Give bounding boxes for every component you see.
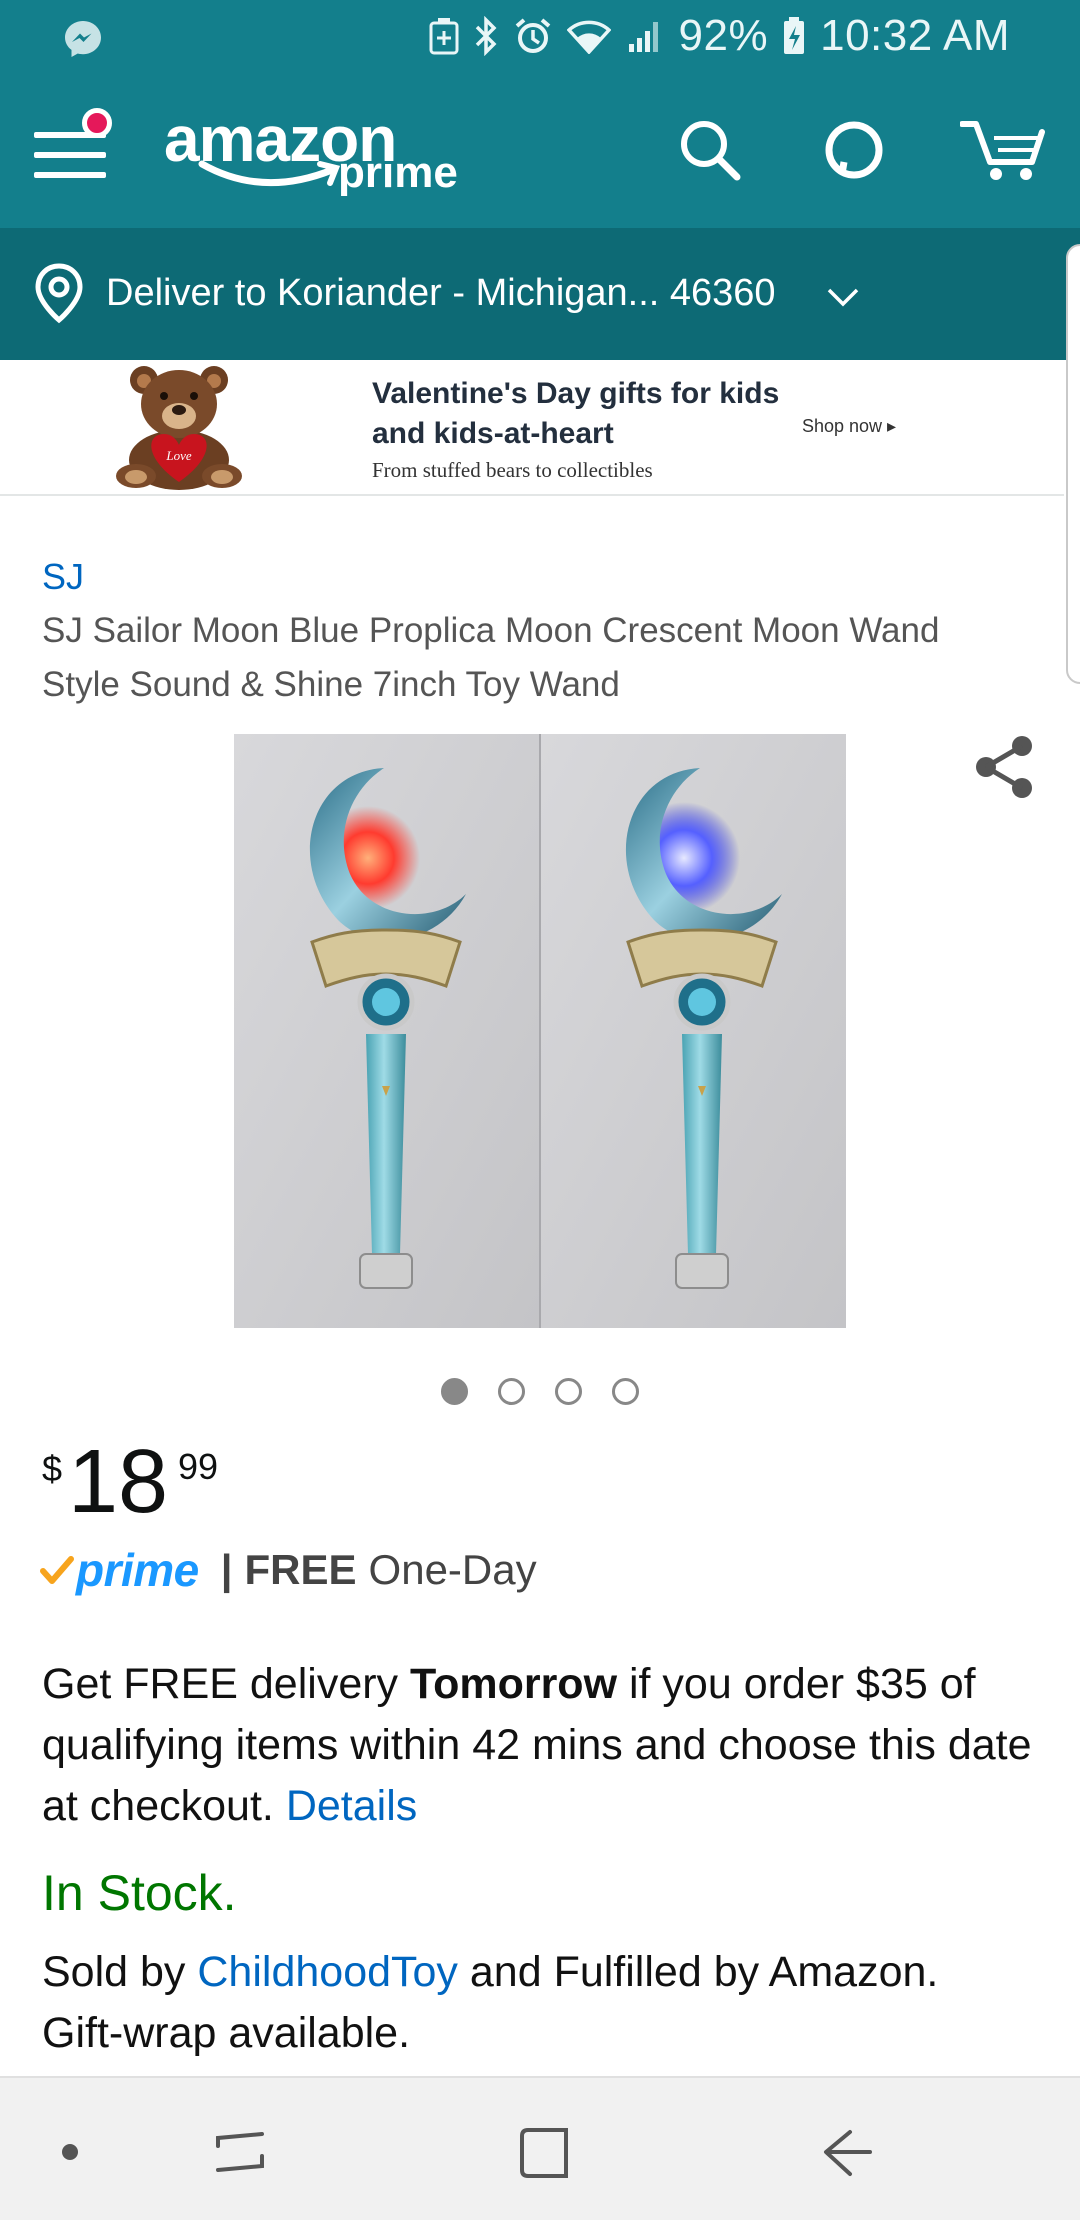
gift-wrap-text: Gift-wrap available. [42,2009,411,2057]
banner-title: Valentine's Day gifts for kids and kids-… [372,377,780,450]
delivery-message: Get FREE delivery Tomorrow if you order … [42,1654,1042,1837]
carousel-dot[interactable] [498,1378,525,1405]
home-icon[interactable] [518,2126,570,2182]
seller-link[interactable]: ChildhoodToy [197,1948,458,1996]
price-fraction: 99 [178,1446,219,1487]
recent-apps-icon[interactable] [214,2124,268,2180]
smile-arrow-icon [198,160,341,187]
share-icon[interactable] [972,734,1038,800]
menu-icon-bar [34,152,106,158]
delivery-text-1: Get FREE delivery [42,1660,410,1708]
brand-link[interactable]: SJ [42,556,84,598]
nav-dot-icon[interactable] [62,2144,78,2160]
alexa-icon[interactable] [820,116,888,184]
details-link[interactable]: Details [286,1782,417,1830]
product-image[interactable] [234,734,846,1328]
logo-prime-text: prime [338,148,458,197]
top-header: amazon prime [0,72,1080,228]
back-icon[interactable] [820,2126,874,2182]
teddy-bear-image: Love [116,366,242,490]
stock-status: In Stock. [42,1865,237,1921]
prime-free-label: FREE [244,1546,357,1593]
battery-charging-icon [784,17,805,54]
wifi-icon [566,20,611,54]
shop-now-link[interactable]: Shop now ▸ [802,416,896,437]
alarm-icon [515,18,550,53]
carousel-dot[interactable] [441,1378,468,1405]
edge-panel-handle[interactable] [1066,244,1080,684]
messenger-icon [65,21,101,57]
sold-by-suffix: and Fulfilled by Amazon. [457,1948,939,1996]
prime-badge-text: prime [76,1544,199,1596]
status-bar: 92% 10:32 AM [0,0,1080,72]
prime-shipping-row: prime | FREE One-Day [40,1540,537,1600]
signal-icon [628,22,658,52]
prime-speed-label: One-Day [368,1546,537,1593]
sold-by-prefix: Sold by [42,1948,198,1996]
promo-banner[interactable]: Love Valentine's Day gifts for kids and … [0,360,1064,496]
data-saver-icon [429,18,459,55]
clock: 10:32 AM [820,11,1010,60]
prime-separator: | [220,1546,233,1593]
bear-heart-text: Love [165,448,192,463]
carousel-dot[interactable] [612,1378,639,1405]
deliver-to-bar[interactable]: Deliver to Koriander - Michigan... 46360 [0,228,1080,360]
search-icon[interactable] [676,116,744,184]
deliver-address: Deliver to Koriander - Michigan... 46360 [106,272,776,314]
carousel-dot[interactable] [555,1378,582,1405]
cart-icon[interactable] [960,116,1050,184]
menu-icon-bar [34,172,106,178]
battery-percent: 92% [678,11,769,60]
price-whole: 18 [68,1432,169,1532]
amazon-prime-logo[interactable]: amazon prime [162,102,472,202]
prime-check-icon [40,1556,74,1584]
chevron-down-icon [827,288,859,307]
notification-dot [82,108,112,138]
price-currency: $ [42,1448,63,1489]
prime-badge: prime [40,1543,199,1597]
system-nav-bar [0,2076,1080,2220]
image-carousel-dots [0,1378,1080,1405]
seller-info: Sold by ChildhoodToy and Fulfilled by Am… [42,1942,1052,2064]
product-title: SJ Sailor Moon Blue Proplica Moon Cresce… [42,611,940,704]
bluetooth-icon [475,16,496,56]
location-pin-icon [35,263,83,324]
banner-subtitle: From stuffed bears to collectibles [372,458,653,482]
delivery-day: Tomorrow [410,1660,618,1708]
